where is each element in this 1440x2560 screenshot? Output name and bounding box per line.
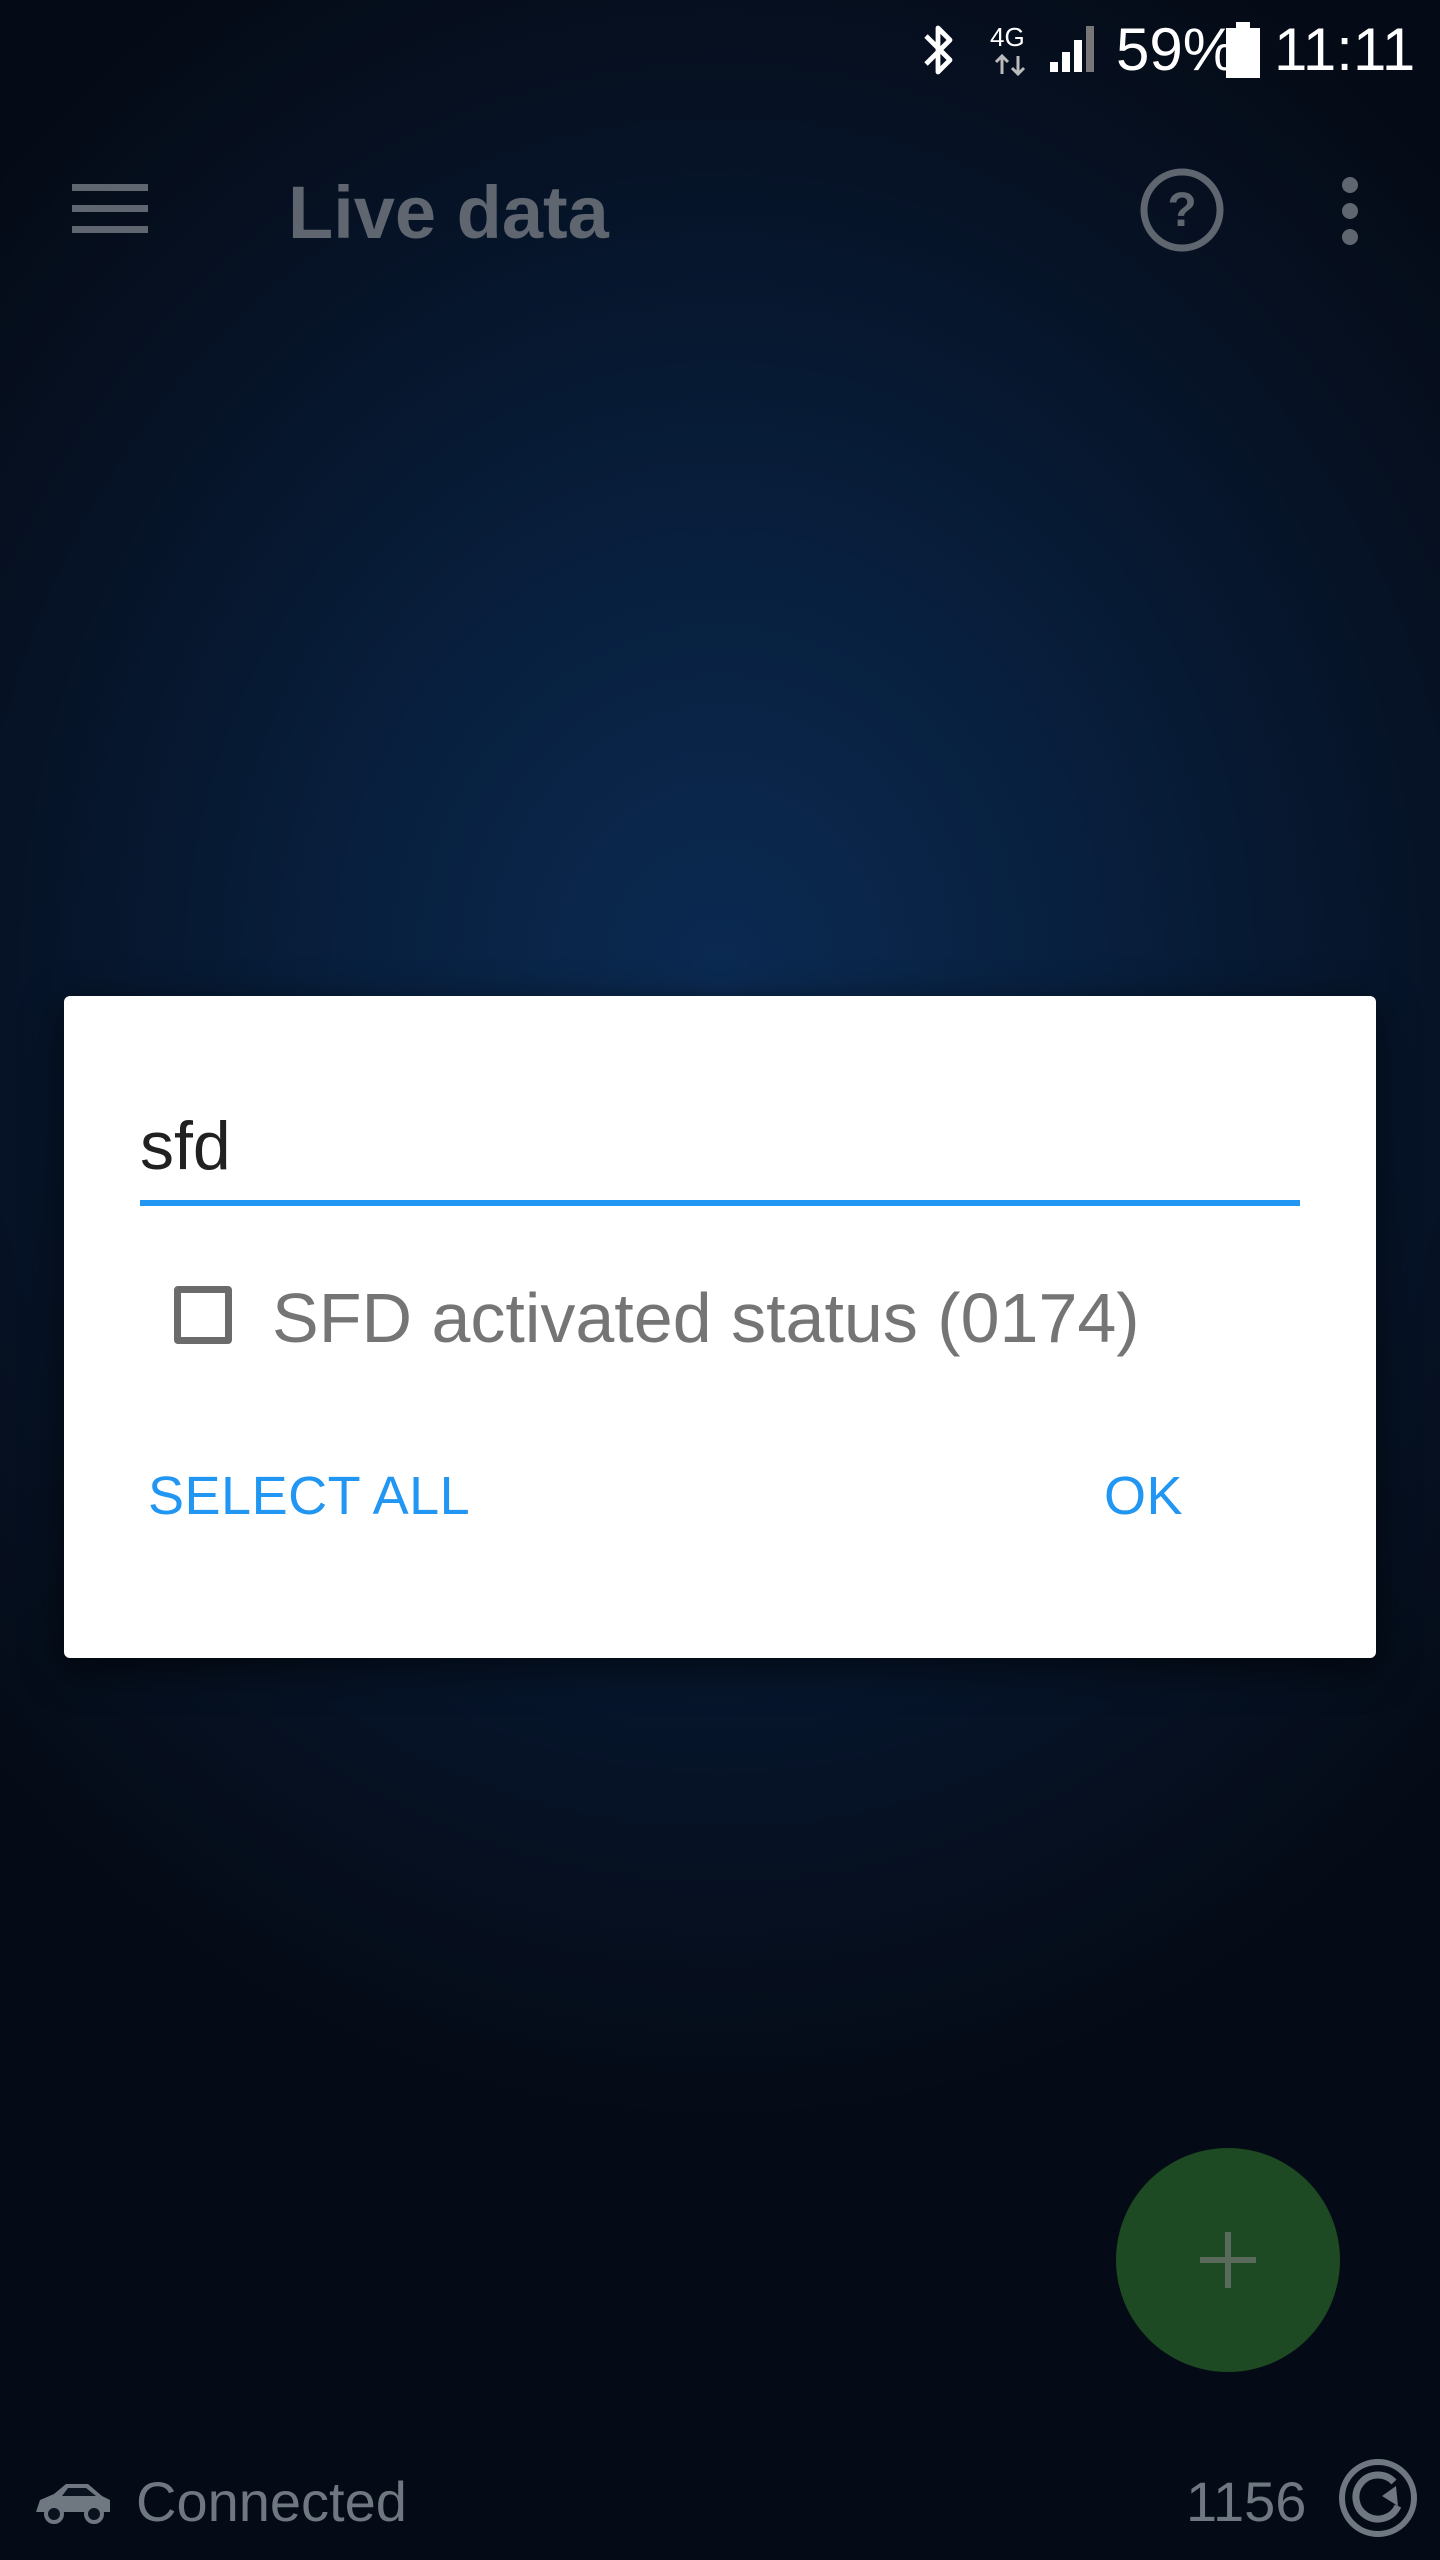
car-icon [32,2472,114,2533]
clock: 11:11 [1274,16,1416,83]
add-button[interactable] [1116,2148,1340,2372]
option-label: SFD activated status (0174) [272,1279,1140,1357]
select-all-button[interactable]: SELECT ALL [148,1456,470,1536]
refresh-icon[interactable] [1336,2456,1420,2545]
filter-dialog: SFD activated status (0174) SELECT ALL O… [64,996,1376,1658]
status-bar: 4G 59% 11:11 [0,0,1440,100]
network-type-icon: 4G [988,22,1034,78]
signal-icon [1048,22,1100,79]
bluetooth-icon [918,22,958,83]
help-icon[interactable]: ? [1138,166,1226,254]
more-options-icon[interactable] [1334,176,1366,246]
app-bar: Live data ? [0,120,1440,300]
connection-bar: Connected 1156 [0,2450,1440,2550]
battery-percent: 59% [1116,16,1237,83]
battery-icon [1226,22,1260,83]
menu-icon[interactable] [72,180,150,238]
svg-text:?: ? [1167,184,1196,237]
frame-counter: 1156 [1186,2470,1307,2533]
option-checkbox[interactable] [174,1286,232,1344]
connection-status: Connected [136,2470,407,2533]
option-item[interactable]: SFD activated status (0174) [168,1266,1268,1376]
ok-button[interactable]: OK [1104,1456,1183,1536]
page-title: Live data [288,171,609,254]
search-underline [140,1200,1300,1206]
search-input[interactable] [140,1096,1300,1196]
